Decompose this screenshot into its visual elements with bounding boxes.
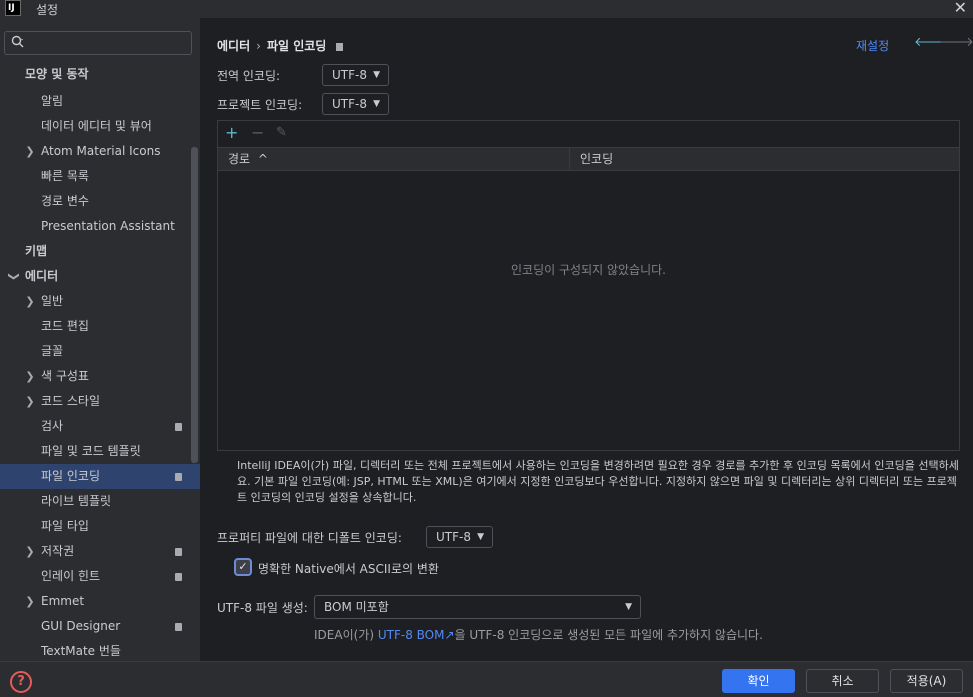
sidebar-item-code-editing[interactable]: 코드 편집 bbox=[0, 314, 200, 339]
native-to-ascii-label[interactable]: 명확한 Native에서 ASCII로의 변환 bbox=[258, 560, 439, 577]
settings-sidebar: 모양 및 동작 알림 데이터 에디터 및 뷰어 ❯ Atom Material I… bbox=[0, 18, 200, 661]
remove-icon[interactable]: − bbox=[251, 123, 264, 142]
project-scope-icon bbox=[175, 548, 182, 556]
title-bar: IJ 설정 ✕ bbox=[0, 0, 973, 18]
sidebar-item-keymap[interactable]: 키맵 bbox=[0, 239, 200, 264]
sort-ascending-icon: ^ bbox=[257, 152, 268, 166]
edit-icon[interactable]: ✎ bbox=[276, 125, 287, 140]
dialog-footer: ? 확인 취소 적용(A) bbox=[0, 661, 973, 697]
external-link-icon: ↗ bbox=[444, 628, 455, 642]
breadcrumb-editor[interactable]: 에디터 bbox=[217, 39, 250, 53]
native-to-ascii-checkbox[interactable]: ✓ bbox=[234, 558, 252, 576]
sidebar-item-font[interactable]: 글꼴 bbox=[0, 339, 200, 364]
dropdown-arrow-icon: ▼ bbox=[625, 602, 632, 612]
chevron-right-icon: ❯ bbox=[25, 395, 35, 408]
sidebar-item-color-scheme[interactable]: ❯ 색 구성표 bbox=[0, 364, 200, 389]
sidebar-item-live-templates[interactable]: 라이브 템플릿 bbox=[0, 489, 200, 514]
cancel-button[interactable]: 취소 bbox=[806, 669, 879, 693]
dropdown-arrow-icon: ▼ bbox=[373, 70, 380, 80]
chevron-down-icon: ❯ bbox=[7, 271, 21, 282]
dropdown-arrow-icon: ▼ bbox=[477, 532, 484, 542]
sidebar-item-appearance[interactable]: 모양 및 동작 bbox=[0, 62, 200, 87]
chevron-right-icon: ❯ bbox=[25, 295, 35, 308]
sidebar-item-file-encodings[interactable]: 파일 인코딩 bbox=[0, 464, 200, 489]
project-scope-icon bbox=[175, 423, 182, 431]
help-icon[interactable]: ? bbox=[10, 671, 32, 693]
sidebar-item-editor[interactable]: ❯ 에디터 bbox=[0, 264, 200, 289]
sidebar-item-emmet[interactable]: ❯ Emmet bbox=[0, 589, 200, 614]
sidebar-item-copyright[interactable]: ❯ 저작권 bbox=[0, 539, 200, 564]
project-scope-icon bbox=[175, 473, 182, 481]
global-encoding-label: 전역 인코딩: bbox=[217, 69, 281, 83]
sidebar-item-code-style[interactable]: ❯ 코드 스타일 bbox=[0, 389, 200, 414]
properties-encoding-label: 프로퍼티 파일에 대한 디폴트 인코딩: bbox=[217, 531, 402, 545]
project-scope-icon bbox=[336, 42, 344, 51]
sidebar-item-data-editor[interactable]: 데이터 에디터 및 뷰어 bbox=[0, 114, 200, 139]
close-icon[interactable]: ✕ bbox=[954, 0, 967, 17]
sidebar-item-quick-lists[interactable]: 빠른 목록 bbox=[0, 164, 200, 189]
bom-select[interactable]: BOM 미포함 ▼ bbox=[314, 595, 641, 619]
bom-value: BOM 미포함 bbox=[324, 600, 389, 614]
add-icon[interactable]: + bbox=[225, 123, 238, 142]
sidebar-item-textmate-bundles[interactable]: TextMate 번들 bbox=[0, 639, 200, 661]
path-encoding-table: + − ✎ 경로 ^ 인코딩 인코딩이 구성되지 않았습니다. bbox=[217, 120, 960, 451]
forward-arrow-icon[interactable]: 🡒 bbox=[939, 34, 973, 50]
bom-label: UTF-8 파일 생성: bbox=[217, 601, 308, 615]
table-header: 경로 ^ 인코딩 bbox=[218, 147, 959, 171]
dropdown-arrow-icon: ▼ bbox=[373, 99, 380, 109]
ok-button[interactable]: 확인 bbox=[722, 669, 795, 693]
sidebar-item-path-variables[interactable]: 경로 변수 bbox=[0, 189, 200, 214]
settings-content: 에디터 › 파일 인코딩 재설정 🡐 🡒 전역 인코딩: UTF-8 ▼ 프로젝트 인… bbox=[200, 18, 973, 661]
sidebar-item-presentation-assistant[interactable]: Presentation Assistant bbox=[0, 214, 200, 239]
sidebar-item-general[interactable]: ❯ 일반 bbox=[0, 289, 200, 314]
help-description: IntelliJ IDEA이(가) 파일, 디렉터리 또는 전체 프로젝트에서 … bbox=[237, 459, 959, 504]
project-scope-icon bbox=[175, 623, 182, 631]
breadcrumb: 에디터 › 파일 인코딩 bbox=[217, 37, 344, 54]
sidebar-item-inspections[interactable]: 검사 bbox=[0, 414, 200, 439]
chevron-right-icon: ❯ bbox=[25, 370, 35, 383]
column-path[interactable]: 경로 ^ bbox=[218, 148, 569, 170]
sidebar-item-file-types[interactable]: 파일 타입 bbox=[0, 514, 200, 539]
sidebar-item-file-code-templates[interactable]: 파일 및 코드 템플릿 bbox=[0, 439, 200, 464]
global-encoding-select[interactable]: UTF-8 ▼ bbox=[322, 64, 389, 86]
search-icon bbox=[11, 35, 24, 48]
project-scope-icon bbox=[175, 573, 182, 581]
chevron-right-icon: ❯ bbox=[25, 595, 35, 608]
project-encoding-select[interactable]: UTF-8 ▼ bbox=[322, 93, 389, 115]
window-title: 설정 bbox=[36, 3, 59, 17]
reset-link[interactable]: 재설정 bbox=[856, 37, 889, 54]
table-empty-message: 인코딩이 구성되지 않았습니다. bbox=[511, 263, 666, 277]
column-encoding[interactable]: 인코딩 bbox=[569, 148, 959, 170]
project-encoding-value: UTF-8 bbox=[332, 97, 367, 111]
apply-button[interactable]: 적용(A) bbox=[890, 669, 963, 693]
sidebar-item-gui-designer[interactable]: GUI Designer bbox=[0, 614, 200, 639]
properties-encoding-value: UTF-8 bbox=[436, 530, 471, 544]
breadcrumb-file-encodings: 파일 인코딩 bbox=[266, 39, 327, 53]
settings-search-input[interactable] bbox=[4, 31, 192, 55]
sidebar-scrollbar[interactable] bbox=[191, 147, 198, 463]
sidebar-item-notifications[interactable]: 알림 bbox=[0, 89, 200, 114]
chevron-right-icon: ❯ bbox=[25, 545, 35, 558]
sidebar-item-inlay-hints[interactable]: 인레이 힌트 bbox=[0, 564, 200, 589]
sidebar-item-atom-material-icons[interactable]: ❯ Atom Material Icons bbox=[0, 139, 200, 164]
bom-note: IDEA이(가) UTF-8 BOM↗을 UTF-8 인코딩으로 생성된 모든 … bbox=[314, 628, 763, 642]
global-encoding-value: UTF-8 bbox=[332, 68, 367, 82]
table-toolbar: + − ✎ bbox=[218, 121, 959, 145]
properties-encoding-select[interactable]: UTF-8 ▼ bbox=[426, 526, 493, 548]
project-encoding-label: 프로젝트 인코딩: bbox=[217, 98, 303, 112]
utf8-bom-link[interactable]: UTF-8 BOM bbox=[378, 628, 445, 642]
intellij-app-icon: IJ bbox=[5, 0, 21, 16]
chevron-right-icon: ❯ bbox=[25, 145, 35, 158]
breadcrumb-separator: › bbox=[256, 39, 261, 53]
